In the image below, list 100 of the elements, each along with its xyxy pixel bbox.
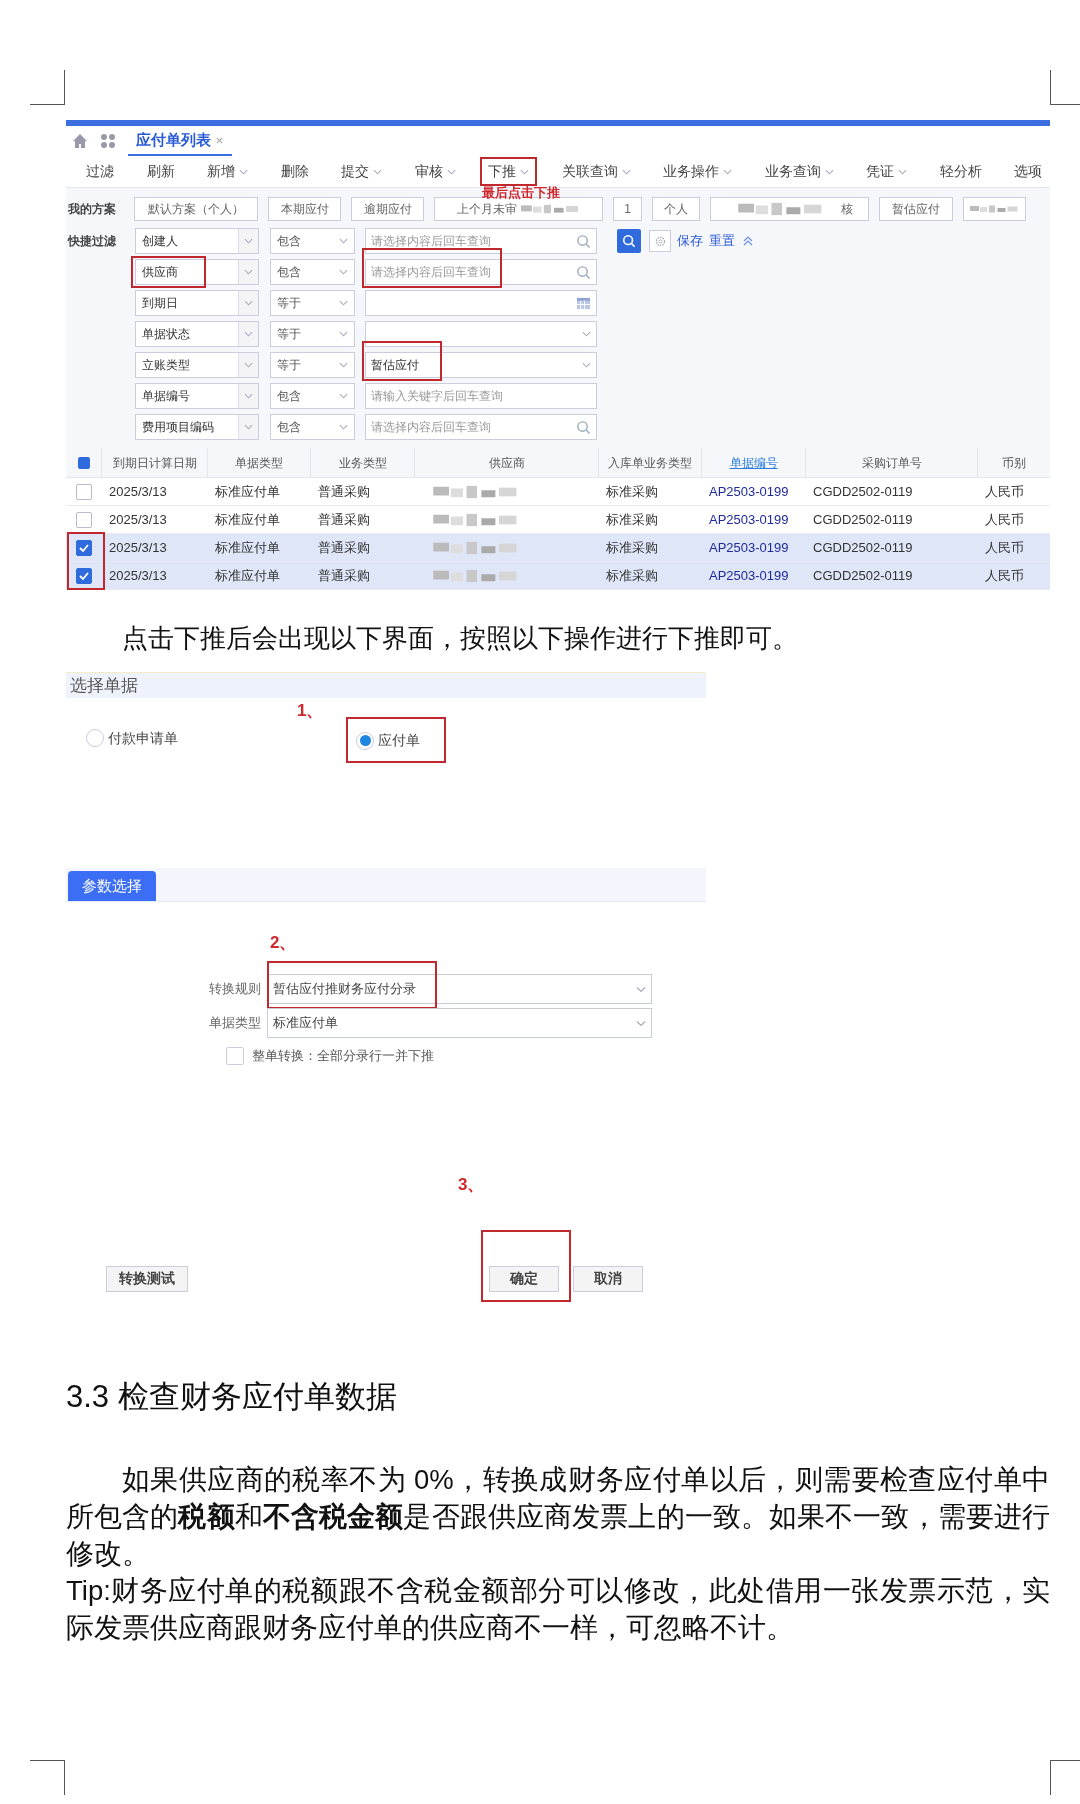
crop-mark: [1050, 1760, 1080, 1795]
scheme-button[interactable]: 核: [710, 197, 869, 221]
operator-select[interactable]: 等于: [270, 352, 355, 378]
dialog-button[interactable]: 取消: [573, 1265, 643, 1292]
dropdown-field[interactable]: 暂估应付推财务应付分录: [267, 974, 652, 1004]
operator-select[interactable]: 等于: [270, 290, 355, 316]
search-icon[interactable]: [576, 419, 591, 435]
table-cell-text: 人民币: [985, 482, 1024, 501]
chevron-down-icon: [339, 424, 348, 430]
chevron-down-icon: [244, 331, 253, 337]
toolbar-button[interactable]: 选项: [1010, 161, 1046, 182]
toolbar-button[interactable]: 提交: [337, 161, 386, 182]
column-header: 供应商: [488, 454, 525, 472]
table-cell-text: 2025/3/13: [109, 538, 167, 557]
link[interactable]: 保存: [677, 231, 703, 251]
value-field[interactable]: [365, 321, 597, 347]
search-button[interactable]: [617, 229, 641, 253]
checkbox[interactable]: [75, 567, 92, 584]
toolbar-button[interactable]: 新增: [203, 161, 252, 182]
field-select[interactable]: 到期日: [135, 290, 259, 316]
table-cell-text: 标准应付单: [215, 482, 280, 501]
chevron-down-icon: [239, 168, 248, 175]
toolbar-button[interactable]: 过滤: [82, 161, 118, 182]
chevron-down-icon: [244, 300, 253, 306]
field-select[interactable]: 单据状态: [135, 321, 259, 347]
scheme-button[interactable]: [963, 197, 1026, 221]
column-header: 采购订单号: [861, 454, 922, 472]
field-select[interactable]: 创建人: [135, 228, 259, 254]
operator-select[interactable]: 包含: [270, 228, 355, 254]
table-cell-text: 标准采购: [606, 510, 658, 529]
value-field[interactable]: [365, 290, 597, 316]
radio-button[interactable]: 付款申请单: [86, 727, 178, 749]
table-cell-text: CGDD2502-0119: [813, 482, 913, 501]
toolbar-button[interactable]: 删除: [276, 161, 313, 182]
checkbox-option[interactable]: 整单转换：全部分录行一并下推: [226, 1046, 434, 1066]
operator-select[interactable]: 包含: [270, 414, 355, 440]
table-cell-text: 普通采购: [318, 482, 370, 501]
table-cell-text: CGDD2502-0119: [813, 538, 913, 557]
toolbar-button[interactable]: 审核: [410, 161, 460, 182]
search-icon[interactable]: [576, 264, 591, 280]
calendar-icon[interactable]: [576, 296, 591, 310]
toolbar-button[interactable]: 下推: [484, 161, 533, 182]
settings-button[interactable]: [649, 230, 671, 252]
annotation-box: [480, 157, 537, 186]
search-icon[interactable]: [576, 233, 591, 249]
field-select[interactable]: 单据编号: [135, 383, 259, 409]
scheme-button[interactable]: 逾期应付: [351, 197, 424, 221]
scheme-button[interactable]: 默认方案（个人）: [134, 197, 258, 221]
table-cell-text: CGDD2502-0119: [813, 510, 913, 529]
field-select[interactable]: 立账类型: [135, 352, 259, 378]
chevron-down-icon: [520, 168, 529, 175]
checkbox[interactable]: [77, 456, 90, 469]
checkbox[interactable]: [75, 539, 92, 556]
dialog-button[interactable]: 转换测试: [106, 1265, 188, 1292]
field-select[interactable]: 费用项目编码: [135, 414, 259, 440]
close-icon[interactable]: [215, 135, 224, 145]
table-row[interactable]: 2025/3/13 标准应付单 普通采购 标准采购 AP2503-0199 CGDD2502-0119 人民币: [66, 534, 1050, 562]
dropdown-field[interactable]: 标准应付单: [267, 1008, 652, 1038]
column-header: 币别: [1002, 454, 1026, 472]
scheme-button[interactable]: 本期应付: [268, 197, 341, 221]
table-row[interactable]: 2025/3/13 标准应付单 普通采购 标准采购 AP2503-0199 CGDD2502-0119 人民币: [66, 562, 1050, 590]
step-number: 1、: [297, 700, 324, 722]
radio-button[interactable]: 应付单: [356, 730, 420, 751]
toolbar-button[interactable]: 业务操作: [659, 161, 736, 182]
table-cell-text: CGDD2502-0119: [813, 566, 913, 585]
annotation-box: [67, 532, 105, 590]
operator-select[interactable]: 包含: [270, 259, 355, 285]
chevron-down-icon: [339, 238, 348, 244]
dialog-button[interactable]: 确定: [489, 1265, 559, 1292]
table-cell-text: 标准采购: [606, 566, 658, 585]
table-cell-text: 普通采购: [318, 538, 370, 557]
checkbox[interactable]: [75, 511, 92, 528]
scheme-button[interactable]: 1: [613, 197, 642, 221]
chevron-down-icon[interactable]: [582, 331, 591, 337]
step-number: 3、: [458, 1173, 485, 1196]
column-header: 单据类型: [235, 454, 283, 472]
operator-select[interactable]: 等于: [270, 321, 355, 347]
field-label: 单据类型: [208, 1014, 262, 1033]
scheme-button[interactable]: 暂估应付: [879, 197, 953, 221]
operator-select[interactable]: 包含: [270, 383, 355, 409]
apps-icon[interactable]: [100, 133, 116, 149]
toolbar-button[interactable]: 业务查询: [760, 161, 838, 182]
field-select[interactable]: 供应商: [135, 259, 259, 285]
scheme-button[interactable]: 个人: [652, 197, 700, 221]
chevron-down-icon[interactable]: [582, 362, 591, 368]
paragraph: Tip:财务应付单的税额跟不含税金额部分可以修改，此处借用一张发票示范，实际发票供应商跟财务应付单的供应商不一样，可忽略不计。: [66, 1573, 1050, 1645]
chevron-down-icon: [244, 362, 253, 368]
toolbar-button[interactable]: 刷新: [142, 161, 179, 182]
column-header[interactable]: 单据编号: [729, 453, 778, 472]
toolbar-button[interactable]: 凭证: [862, 161, 911, 182]
toolbar-button[interactable]: 轻分析: [935, 161, 986, 182]
toolbar-button[interactable]: 关联查询: [557, 161, 635, 182]
value-field[interactable]: 暂估应付: [365, 352, 597, 378]
home-icon[interactable]: [72, 133, 88, 149]
link[interactable]: 重置: [709, 231, 735, 251]
checkbox[interactable]: [75, 483, 92, 500]
collapse-icon[interactable]: [743, 236, 753, 246]
tab[interactable]: 参数选择: [68, 871, 156, 901]
table-cell-text: AP2503-0199: [709, 482, 789, 501]
column-header: 入库单业务类型: [608, 454, 692, 472]
